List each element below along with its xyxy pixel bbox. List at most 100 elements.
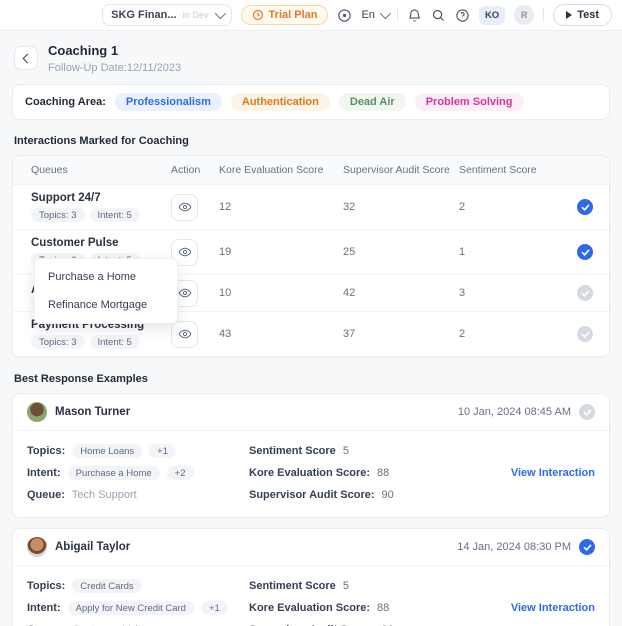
sentiment-score: 2 — [459, 201, 563, 213]
avatar — [27, 402, 47, 422]
row-select-check[interactable] — [577, 285, 593, 301]
queue-value: Tech Support — [72, 489, 137, 501]
interactions-table: Queues Action Kore Evaluation Score Supe… — [12, 155, 610, 358]
coaching-area-chip: Problem Solving — [415, 93, 524, 111]
best-responses-section-title: Best Response Examples — [14, 373, 608, 385]
language-label: En — [361, 9, 374, 21]
kore-score-label: Kore Evaluation Score: — [249, 602, 370, 614]
sentiment-score-value: 5 — [343, 580, 349, 592]
page-content: Coaching 1 Follow-Up Date:12/11/2023 Coa… — [0, 31, 622, 626]
kore-score: 10 — [219, 287, 343, 299]
response-card: Mason Turner 10 Jan, 2024 08:45 AM Topic… — [12, 393, 610, 518]
sentiment-score-label: Sentiment Score — [249, 580, 336, 592]
test-button[interactable]: Test — [553, 4, 612, 26]
topic-pill: Credit Cards — [72, 579, 141, 593]
chevron-down-icon — [214, 8, 225, 19]
supervisor-score: 32 — [343, 201, 459, 213]
view-interaction-link[interactable]: View Interaction — [477, 574, 595, 626]
view-eye-button[interactable] — [171, 321, 198, 348]
intent-count-pill: Intent: 5 — [90, 335, 140, 349]
kore-score-label: Kore Evaluation Score: — [249, 467, 370, 479]
topic-pill: Home Loans — [72, 444, 142, 458]
supervisor-score-label: Supervisor Audit Score: — [249, 489, 375, 501]
topics-count-pill: Topics: 3 — [31, 208, 85, 222]
app-selector-dropdown[interactable]: SKG Finan... In Dev — [102, 4, 231, 26]
coaching-area-label: Coaching Area: — [25, 96, 106, 108]
help-icon[interactable] — [455, 8, 470, 23]
user-avatar[interactable]: KO — [479, 6, 505, 25]
dropdown-item[interactable]: Refinance Mortgage — [35, 291, 177, 319]
dropdown-item[interactable]: Purchase a Home — [35, 263, 177, 291]
column-header-sentiment-score: Sentiment Score — [459, 156, 563, 184]
page-title: Coaching 1 — [48, 43, 181, 58]
intent-pill: Apply for New Credit Card — [68, 601, 194, 615]
view-interaction-link[interactable]: View Interaction — [477, 439, 595, 507]
response-card: Abigail Taylor 14 Jan, 2024 08:30 PM Top… — [12, 528, 610, 626]
supervisor-score: 25 — [343, 246, 459, 258]
topics-label: Topics: — [27, 580, 65, 592]
eye-icon — [178, 286, 192, 300]
kore-score-value: 88 — [377, 602, 389, 614]
intent-pill: Purchase a Home — [68, 466, 160, 480]
column-header-action: Action — [171, 156, 219, 184]
eye-icon — [178, 327, 192, 341]
table-header-row: Queues Action Kore Evaluation Score Supe… — [13, 156, 609, 185]
queue-dropdown-menu: Purchase a Home Refinance Mortgage — [34, 258, 178, 324]
kore-score-value: 88 — [377, 467, 389, 479]
play-icon — [566, 11, 572, 19]
kore-score: 12 — [219, 201, 343, 213]
column-header-kore-score: Kore Evaluation Score — [219, 156, 343, 184]
chevron-left-icon — [22, 53, 32, 63]
agent-name: Abigail Taylor — [55, 541, 130, 553]
supervisor-score: 42 — [343, 287, 459, 299]
table-row: Support 24/7 Topics: 3 Intent: 5 12 32 2 — [13, 185, 609, 230]
app-name: SKG Finan... — [111, 9, 176, 21]
column-header-supervisor-score: Supervisor Audit Score — [343, 156, 459, 184]
kore-score: 19 — [219, 246, 343, 258]
page-header: Coaching 1 Follow-Up Date:12/11/2023 — [14, 43, 610, 74]
supervisor-score-value: 90 — [382, 489, 394, 501]
sentiment-score: 2 — [459, 328, 563, 340]
follow-up-date: Follow-Up Date:12/11/2023 — [48, 62, 181, 74]
queue-label: Queue: — [27, 489, 65, 501]
avatar — [27, 537, 47, 557]
account-avatar[interactable]: R — [514, 5, 534, 25]
clock-icon — [252, 9, 264, 21]
coaching-area-chip: Authentication — [231, 93, 330, 111]
column-header-queues: Queues — [13, 156, 171, 184]
card-select-check[interactable] — [579, 539, 595, 555]
test-button-label: Test — [577, 9, 599, 21]
topics-count-pill: Topics: 3 — [31, 335, 85, 349]
sentiment-score-value: 5 — [343, 445, 349, 457]
topic-more-pill: +1 — [149, 444, 176, 458]
intent-more-pill: +1 — [201, 601, 228, 615]
back-button[interactable] — [14, 46, 38, 70]
intent-count-pill: Intent: 5 — [90, 208, 140, 222]
card-select-check[interactable] — [579, 404, 595, 420]
trial-plan-label: Trial Plan — [269, 9, 318, 21]
search-icon[interactable] — [431, 8, 446, 23]
language-selector[interactable]: En — [361, 9, 387, 21]
eye-icon — [178, 200, 192, 214]
view-eye-button[interactable] — [171, 194, 198, 221]
intent-more-pill: +2 — [167, 466, 194, 480]
app-environment-label: In Dev — [183, 10, 209, 20]
queue-name: Customer Pulse — [31, 237, 171, 249]
divider — [397, 8, 398, 22]
notifications-bell-icon[interactable] — [407, 8, 422, 23]
chevron-down-icon — [380, 8, 391, 19]
row-select-check[interactable] — [577, 199, 593, 215]
row-select-check[interactable] — [577, 326, 593, 342]
sentiment-score: 1 — [459, 246, 563, 258]
coaching-area-card: Coaching Area: Professionalism Authentic… — [12, 84, 610, 120]
row-select-check[interactable] — [577, 244, 593, 260]
intent-label: Intent: — [27, 467, 61, 479]
kore-score: 43 — [219, 328, 343, 340]
divider — [543, 8, 544, 22]
interactions-section-title: Interactions Marked for Coaching — [14, 135, 608, 147]
sentiment-score-label: Sentiment Score — [249, 445, 336, 457]
trial-plan-badge[interactable]: Trial Plan — [241, 5, 329, 25]
intent-label: Intent: — [27, 602, 61, 614]
top-bar: SKG Finan... In Dev Trial Plan En KO R T… — [0, 0, 622, 31]
status-record-icon[interactable] — [337, 8, 352, 23]
